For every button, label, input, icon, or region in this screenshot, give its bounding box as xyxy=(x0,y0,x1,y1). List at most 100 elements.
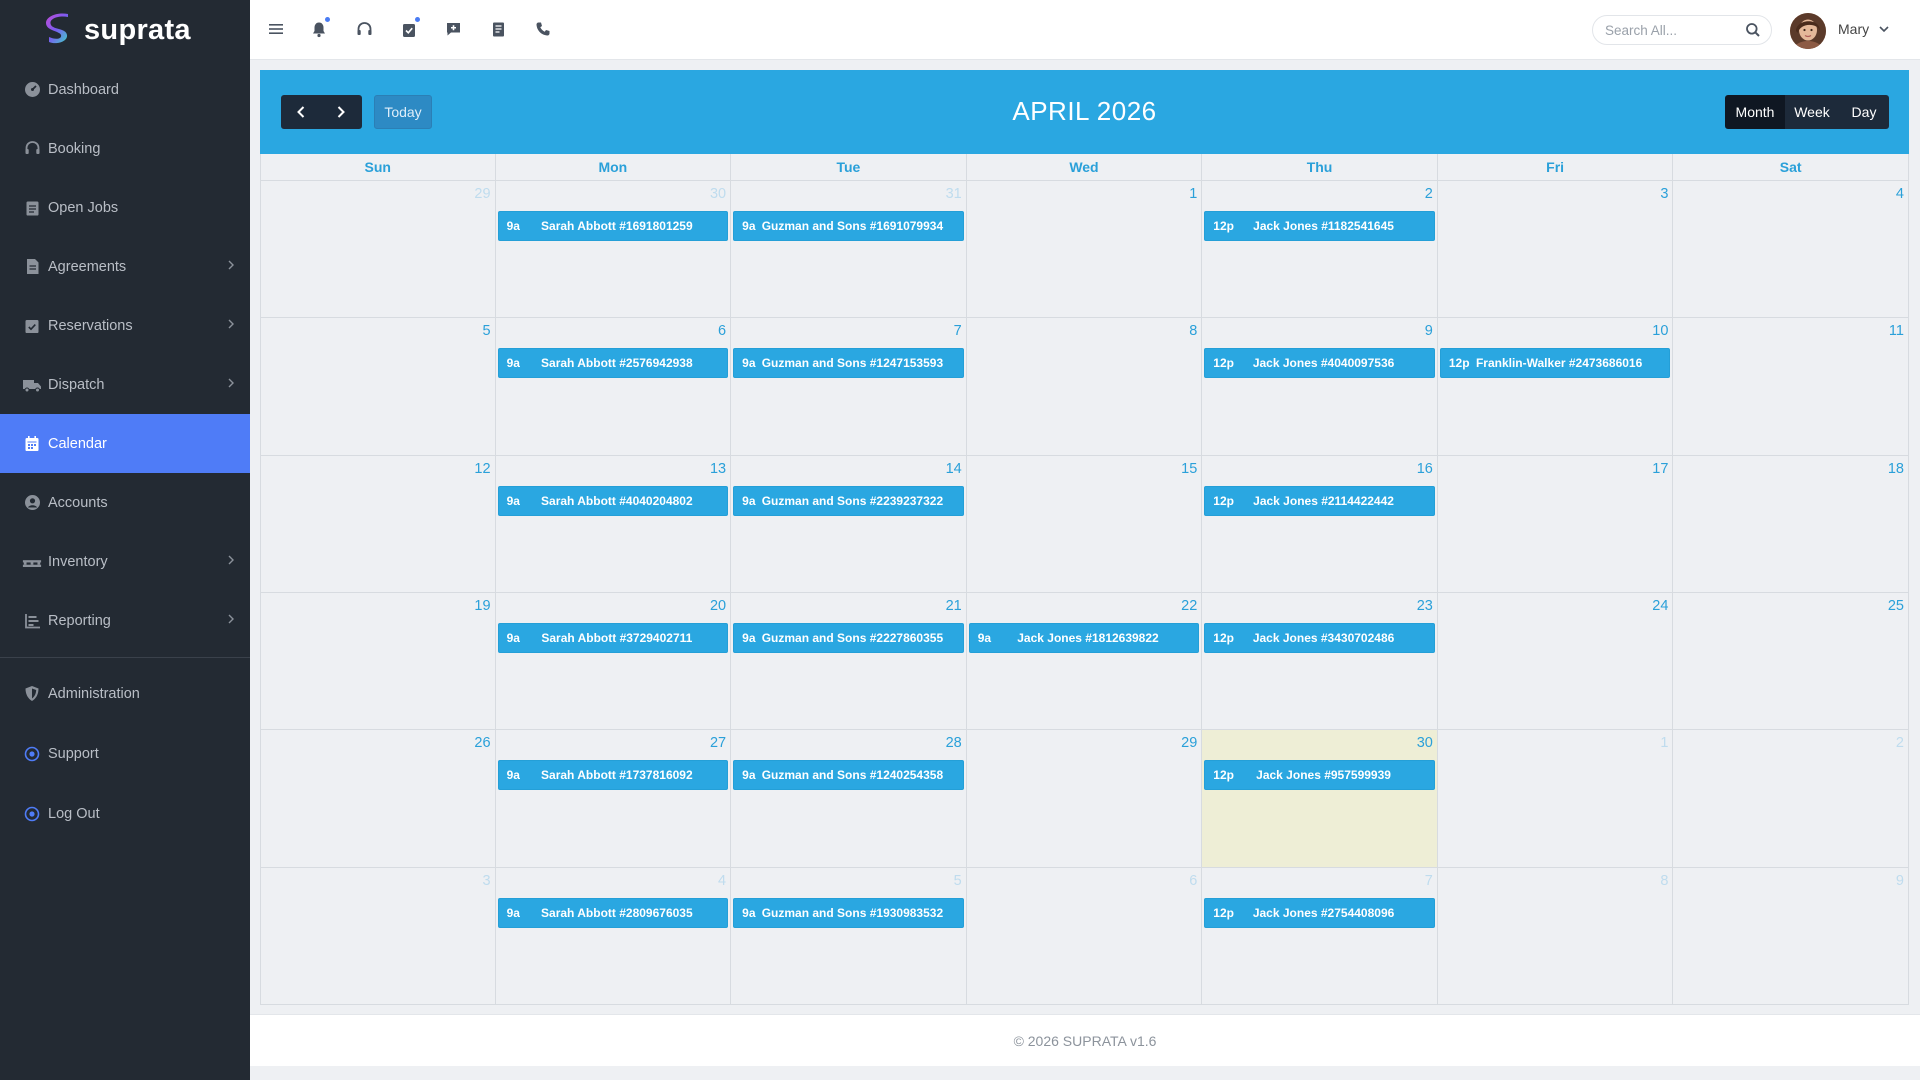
day-cell[interactable]: 30 9a Sarah Abbott #1691801259 xyxy=(495,181,732,319)
day-cell[interactable]: 12 xyxy=(260,455,496,593)
day-cell[interactable]: 21 9a Guzman and Sons #2227860355 xyxy=(731,593,967,731)
day-number[interactable]: 3 xyxy=(482,873,490,889)
day-cell[interactable]: 18 xyxy=(1673,455,1909,593)
day-cell[interactable]: 17 xyxy=(1437,455,1674,593)
day-cell[interactable]: 3 xyxy=(260,867,496,1005)
receipt-icon[interactable] xyxy=(487,18,509,40)
calendar-event[interactable]: 12p Franklin-Walker #2473686016 xyxy=(1439,348,1671,379)
day-number[interactable]: 5 xyxy=(482,323,490,339)
day-number[interactable]: 1 xyxy=(1189,186,1197,202)
day-cell[interactable]: 29 xyxy=(966,730,1203,868)
view-week-button[interactable]: Week xyxy=(1785,95,1839,129)
day-cell[interactable]: 25 xyxy=(1673,593,1909,731)
day-number[interactable]: 2 xyxy=(1425,186,1433,202)
day-cell[interactable]: 1 xyxy=(966,181,1203,319)
day-number[interactable]: 9 xyxy=(1896,873,1904,889)
day-cell[interactable]: 29 xyxy=(260,181,496,319)
calendar-event[interactable]: 9a Guzman and Sons #1930983532 xyxy=(733,897,964,928)
day-number[interactable]: 7 xyxy=(1425,873,1433,889)
calendar-event[interactable]: 9a Sarah Abbott #1737816092 xyxy=(497,760,729,791)
day-number[interactable]: 24 xyxy=(1652,598,1668,614)
calendar-event[interactable]: 9a Sarah Abbott #2576942938 xyxy=(497,348,729,379)
search-input[interactable] xyxy=(1605,22,1740,38)
day-cell[interactable]: 9 xyxy=(1673,867,1909,1005)
calendar-event[interactable]: 9a Sarah Abbott #2809676035 xyxy=(497,897,729,928)
sidebar-item-reservations[interactable]: Reservations xyxy=(0,296,250,355)
day-number[interactable]: 4 xyxy=(718,873,726,889)
day-cell[interactable]: 2 12p Jack Jones #1182541645 xyxy=(1202,181,1438,319)
calendar-event[interactable]: 9a Sarah Abbott #1691801259 xyxy=(497,211,729,241)
sidebar-item-administration[interactable]: Administration xyxy=(0,664,250,723)
sidebar-item-support[interactable]: Support xyxy=(0,724,250,783)
calendar-event[interactable]: 9a Guzman and Sons #1247153593 xyxy=(733,348,964,379)
bell-icon[interactable] xyxy=(308,17,330,40)
day-cell[interactable]: 24 xyxy=(1437,593,1674,731)
message-plus-icon[interactable] xyxy=(442,18,464,40)
day-number[interactable]: 16 xyxy=(1417,461,1433,477)
headset-icon[interactable] xyxy=(353,18,375,40)
day-number[interactable]: 9 xyxy=(1425,323,1433,339)
avatar[interactable] xyxy=(1790,13,1826,49)
day-number[interactable]: 5 xyxy=(954,873,962,889)
day-number[interactable]: 14 xyxy=(946,461,962,477)
day-cell[interactable]: 8 xyxy=(966,318,1203,456)
day-cell[interactable]: 13 9a Sarah Abbott #4040204802 xyxy=(495,455,732,593)
calendar-event[interactable]: 12p Jack Jones #957599939 xyxy=(1204,760,1435,791)
calendar-event[interactable]: 9a Sarah Abbott #4040204802 xyxy=(497,485,729,516)
view-month-button[interactable]: Month xyxy=(1725,95,1785,129)
day-cell[interactable]: 6 9a Sarah Abbott #2576942938 xyxy=(495,318,732,456)
calendar-event[interactable]: 9a Sarah Abbott #3729402711 xyxy=(497,623,729,653)
calendar-event[interactable]: 12p Jack Jones #2114422442 xyxy=(1204,485,1435,516)
day-cell[interactable]: 26 xyxy=(260,730,496,868)
day-number[interactable]: 1 xyxy=(1660,735,1668,751)
day-number[interactable]: 25 xyxy=(1888,598,1904,614)
day-cell[interactable]: 4 xyxy=(1673,181,1909,319)
sidebar-item-booking[interactable]: Booking xyxy=(0,119,250,178)
day-number[interactable]: 20 xyxy=(710,598,726,614)
view-day-button[interactable]: Day xyxy=(1839,95,1889,129)
day-cell-today[interactable]: 30 12p Jack Jones #957599939 xyxy=(1202,730,1438,868)
day-number[interactable]: 26 xyxy=(474,735,490,751)
day-cell[interactable]: 28 9a Guzman and Sons #1240254358 xyxy=(731,730,967,868)
day-cell[interactable]: 1 xyxy=(1437,730,1674,868)
sidebar-item-open-jobs[interactable]: Open Jobs xyxy=(0,178,250,237)
day-number[interactable]: 21 xyxy=(946,598,962,614)
day-cell[interactable]: 15 xyxy=(966,455,1203,593)
day-cell[interactable]: 7 9a Guzman and Sons #1247153593 xyxy=(731,318,967,456)
day-number[interactable]: 31 xyxy=(946,186,962,202)
day-number[interactable]: 11 xyxy=(1889,323,1904,339)
day-cell[interactable]: 14 9a Guzman and Sons #2239237322 xyxy=(731,455,967,593)
calendar-event[interactable]: 12p Jack Jones #2754408096 xyxy=(1204,897,1435,928)
user-name[interactable]: Mary xyxy=(1838,21,1869,37)
search-icon[interactable] xyxy=(1745,22,1761,43)
day-cell[interactable]: 3 xyxy=(1437,181,1674,319)
day-cell[interactable]: 31 9a Guzman and Sons #1691079934 xyxy=(731,181,967,319)
day-cell[interactable]: 27 9a Sarah Abbott #1737816092 xyxy=(495,730,732,868)
calendar-event[interactable]: 9a Jack Jones #1812639822 xyxy=(968,623,1200,653)
day-cell[interactable]: 22 9a Jack Jones #1812639822 xyxy=(966,593,1203,731)
calendar-event[interactable]: 9a Guzman and Sons #1240254358 xyxy=(733,760,964,791)
day-cell[interactable]: 5 9a Guzman and Sons #1930983532 xyxy=(731,867,967,1005)
day-number[interactable]: 2 xyxy=(1896,735,1904,751)
logo[interactable]: suprata xyxy=(0,0,250,60)
day-number[interactable]: 23 xyxy=(1417,598,1433,614)
day-cell[interactable]: 23 12p Jack Jones #3430702486 xyxy=(1202,593,1438,731)
day-number[interactable]: 4 xyxy=(1896,186,1904,202)
sidebar-item-reporting[interactable]: Reporting xyxy=(0,591,250,650)
day-number[interactable]: 10 xyxy=(1652,323,1668,339)
clipboard-check-icon[interactable] xyxy=(398,17,420,40)
menu-icon[interactable] xyxy=(265,18,287,40)
sidebar-item-accounts[interactable]: Accounts xyxy=(0,473,250,532)
day-cell[interactable]: 11 xyxy=(1673,318,1909,456)
day-number[interactable]: 6 xyxy=(1189,873,1197,889)
calendar-event[interactable]: 12p Jack Jones #1182541645 xyxy=(1204,211,1435,241)
sidebar-item-inventory[interactable]: Inventory xyxy=(0,532,250,591)
day-cell[interactable]: 6 xyxy=(966,867,1203,1005)
day-cell[interactable]: 19 xyxy=(260,593,496,731)
day-cell[interactable]: 16 12p Jack Jones #2114422442 xyxy=(1202,455,1438,593)
day-cell[interactable]: 5 xyxy=(260,318,496,456)
day-cell[interactable]: 20 9a Sarah Abbott #3729402711 xyxy=(495,593,732,731)
day-cell[interactable]: 2 xyxy=(1673,730,1909,868)
sidebar-item-log-out[interactable]: Log Out xyxy=(0,784,250,843)
day-number[interactable]: 18 xyxy=(1888,461,1904,477)
